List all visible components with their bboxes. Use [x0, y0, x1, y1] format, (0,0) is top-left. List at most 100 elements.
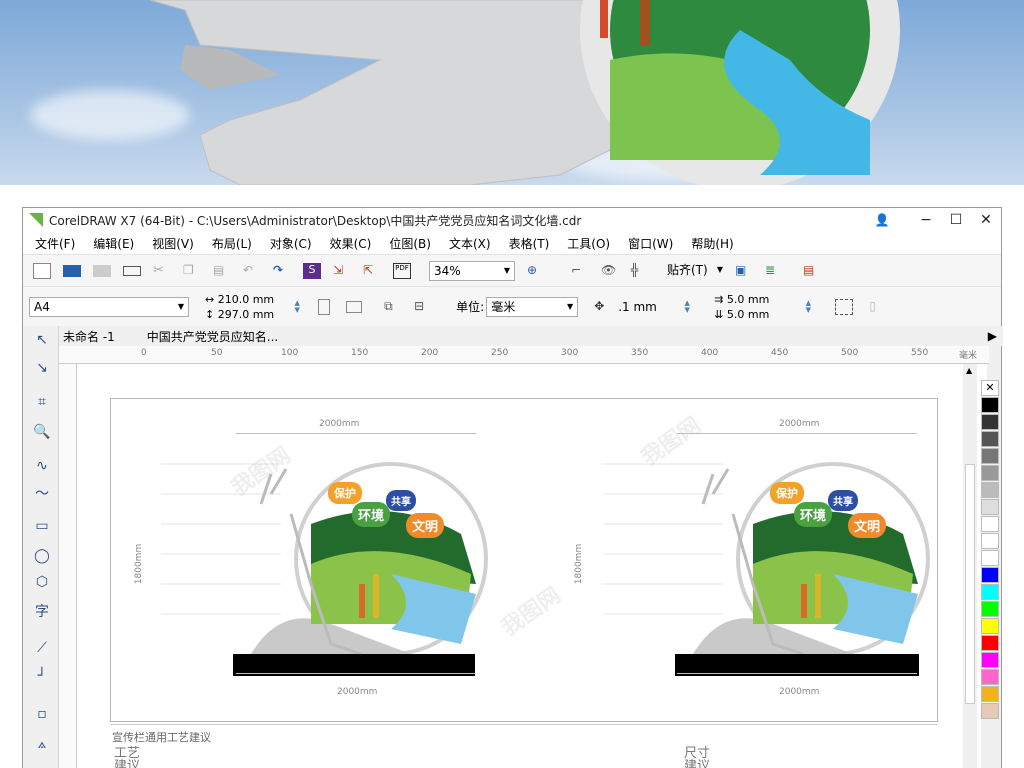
vertical-scrollbar[interactable]: ▲: [963, 364, 977, 768]
color-swatch[interactable]: [981, 465, 999, 481]
options-icon[interactable]: ≣: [765, 263, 783, 279]
menu-view[interactable]: 视图(V): [152, 235, 194, 252]
menu-text[interactable]: 文本(X): [449, 235, 491, 252]
page-size-select[interactable]: A4 ▼: [29, 296, 189, 317]
show-grid-icon[interactable]: ╬: [631, 263, 649, 279]
drawing-canvas[interactable]: 2000mm 1800mm 保护 共享 环境 文明 2000mm 2000mm: [77, 364, 987, 768]
all-pages-icon[interactable]: ⧉: [384, 299, 402, 315]
crop-tool-icon[interactable]: ⌗: [33, 394, 51, 410]
color-swatch[interactable]: [981, 533, 999, 549]
minimize-button[interactable]: −: [911, 210, 941, 230]
zoom-tool-icon[interactable]: 🔍: [33, 424, 51, 440]
page-width-field[interactable]: ↔ 210.0 mm: [205, 292, 274, 307]
tabs-scroll-right-icon[interactable]: ▶: [988, 329, 997, 343]
menu-window[interactable]: 窗口(W): [628, 235, 673, 252]
close-button[interactable]: ✕: [971, 210, 1001, 230]
ruler-tick: 150: [351, 348, 369, 358]
tab-untitled[interactable]: 未命名 -1: [63, 328, 115, 345]
duplicate-x-field[interactable]: ⇉ 5.0 mm: [714, 292, 769, 307]
maximize-button[interactable]: ☐: [941, 210, 971, 230]
no-color-swatch[interactable]: ✕: [981, 380, 999, 396]
color-swatch[interactable]: [981, 601, 999, 617]
color-swatch[interactable]: [981, 482, 999, 498]
print-icon[interactable]: [123, 265, 141, 276]
horizontal-ruler: 0 50 100 150 200 250 300 350 400 450 500…: [59, 346, 989, 364]
drop-shadow-tool-icon[interactable]: ▫: [33, 706, 51, 722]
full-screen-icon[interactable]: ⊕: [527, 263, 545, 279]
new-document-icon[interactable]: [33, 262, 51, 279]
freehand-tool-icon[interactable]: ∿: [33, 458, 51, 474]
color-swatch[interactable]: [981, 516, 999, 532]
color-swatch[interactable]: [981, 618, 999, 634]
pick-tool-icon[interactable]: ↖: [33, 332, 51, 348]
color-swatch[interactable]: [981, 397, 999, 413]
color-swatch[interactable]: [981, 550, 999, 566]
menu-layout[interactable]: 布局(L): [212, 235, 252, 252]
current-page-icon[interactable]: ⊟: [414, 299, 432, 315]
nudge-spinner[interactable]: ▲ ▼: [682, 299, 692, 314]
shape-tool-icon[interactable]: ↘: [33, 360, 51, 376]
publish-pdf-icon[interactable]: PDF: [393, 262, 411, 279]
menu-edit[interactable]: 编辑(E): [93, 235, 134, 252]
menu-table[interactable]: 表格(T): [509, 235, 550, 252]
portrait-icon[interactable]: [318, 298, 331, 315]
menu-bitmaps[interactable]: 位图(B): [389, 235, 431, 252]
menu-effects[interactable]: 效果(C): [330, 235, 372, 252]
connector-tool-icon[interactable]: ┘: [33, 668, 51, 684]
duplicate-y-field[interactable]: ⇊ 5.0 mm: [714, 307, 769, 322]
export-icon[interactable]: ⇱: [363, 263, 381, 279]
user-icon[interactable]: 👤: [867, 210, 897, 230]
eyedropper-tool-icon[interactable]: ⟑: [33, 736, 51, 752]
save-icon[interactable]: [93, 264, 111, 277]
duplicate-spinner[interactable]: ▲ ▼: [803, 299, 813, 314]
nudge-distance-field[interactable]: .1 mm: [618, 300, 682, 314]
copy-icon[interactable]: ❐: [183, 263, 201, 279]
zoom-level-select[interactable]: 34% ▼: [429, 260, 515, 281]
color-swatch[interactable]: [981, 686, 999, 702]
dimension-spinner[interactable]: ▲ ▼: [292, 299, 302, 314]
corel-connect-icon[interactable]: S: [303, 262, 321, 279]
color-swatch[interactable]: [981, 703, 999, 719]
color-swatch[interactable]: [981, 414, 999, 430]
dimension-tool-icon[interactable]: ⟋: [33, 640, 51, 656]
redo-icon[interactable]: ↷: [273, 263, 291, 279]
color-swatch[interactable]: [981, 499, 999, 515]
welcome-screen-icon[interactable]: ▣: [735, 263, 753, 279]
units-select[interactable]: 毫米 ▼: [486, 296, 579, 317]
delete-page-icon[interactable]: ▯: [869, 299, 887, 315]
menu-object[interactable]: 对象(C): [270, 235, 312, 252]
color-swatch[interactable]: [981, 567, 999, 583]
dimension-line: [236, 433, 476, 434]
menu-file[interactable]: 文件(F): [35, 235, 75, 252]
scroll-thumb[interactable]: [965, 464, 975, 704]
artistic-media-icon[interactable]: 〜: [33, 486, 51, 502]
snap-to-dropdown[interactable]: 贴齐(T) ▼: [663, 261, 727, 281]
polygon-tool-icon[interactable]: ⬡: [33, 574, 51, 590]
color-swatch[interactable]: [981, 652, 999, 668]
color-swatch[interactable]: [981, 431, 999, 447]
landscape-icon[interactable]: [346, 300, 363, 313]
cut-icon[interactable]: ✂: [153, 263, 171, 279]
width-dimension-top-right: 2000mm: [779, 419, 820, 429]
coreldraw-logo-icon: [29, 213, 43, 227]
paste-icon[interactable]: ▤: [213, 263, 231, 279]
view-icon[interactable]: 👁: [601, 263, 619, 279]
show-rulers-icon[interactable]: ⌐: [571, 263, 589, 279]
color-swatch[interactable]: [981, 669, 999, 685]
import-icon[interactable]: ⇲: [333, 263, 351, 279]
menu-tools[interactable]: 工具(O): [567, 235, 610, 252]
tab-active-document[interactable]: 中国共产党党员应知名...: [147, 328, 278, 345]
color-swatch[interactable]: [981, 584, 999, 600]
page-height-field[interactable]: ↕ 297.0 mm: [205, 307, 274, 322]
undo-icon[interactable]: ↶: [243, 263, 261, 279]
ellipse-tool-icon[interactable]: ◯: [33, 548, 51, 564]
treat-as-filled-icon[interactable]: [835, 298, 854, 315]
application-launcher-icon[interactable]: ▤: [803, 263, 821, 279]
color-swatch[interactable]: [981, 448, 999, 464]
open-folder-icon[interactable]: [63, 264, 81, 277]
menu-help[interactable]: 帮助(H): [691, 235, 733, 252]
scroll-up-icon[interactable]: ▲: [966, 366, 972, 375]
color-swatch[interactable]: [981, 635, 999, 651]
rectangle-tool-icon[interactable]: ▭: [33, 518, 51, 534]
text-tool-icon[interactable]: 字: [33, 604, 51, 620]
